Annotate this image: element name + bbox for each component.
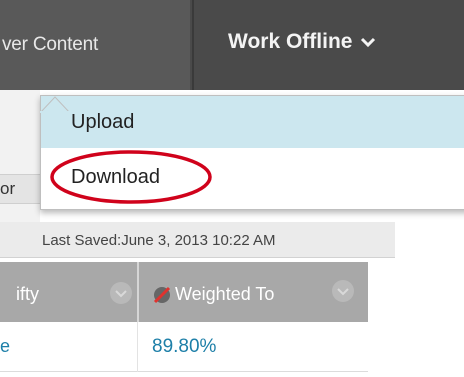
last-saved-text: Last Saved:June 3, 2013 10:22 AM <box>42 232 276 249</box>
menu-item-download[interactable]: Download <box>41 151 464 203</box>
column-header-weighted-total[interactable]: Weighted To <box>152 284 274 305</box>
column-menu-icon[interactable] <box>110 282 132 304</box>
work-offline-label: Work Offline <box>228 30 353 53</box>
column-menu-icon[interactable] <box>332 280 354 302</box>
dropdown-pointer <box>40 96 70 113</box>
page-background <box>0 90 40 230</box>
work-offline-button[interactable]: Work Offline <box>228 30 376 54</box>
toolbar-divider <box>192 0 194 90</box>
top-toolbar: ver Content Work Offline <box>0 0 464 90</box>
menu-item-upload[interactable]: Upload <box>41 96 464 148</box>
table-row: e 89.80% <box>0 322 368 372</box>
grade-cell[interactable]: e <box>0 336 10 357</box>
grid-header: ifty Weighted To <box>0 262 368 322</box>
weighted-total-cell[interactable]: 89.80% <box>152 336 216 358</box>
column-header-label[interactable]: ifty <box>16 284 39 305</box>
content-tab[interactable]: ver Content <box>2 34 98 56</box>
column-header-label: Weighted To <box>175 284 275 304</box>
column-separator <box>137 322 138 372</box>
left-panel-label: or <box>0 174 40 204</box>
chevron-down-icon <box>361 37 376 48</box>
column-separator <box>137 262 139 322</box>
not-weighted-icon <box>153 286 171 303</box>
work-offline-dropdown: Upload Download <box>40 95 464 210</box>
